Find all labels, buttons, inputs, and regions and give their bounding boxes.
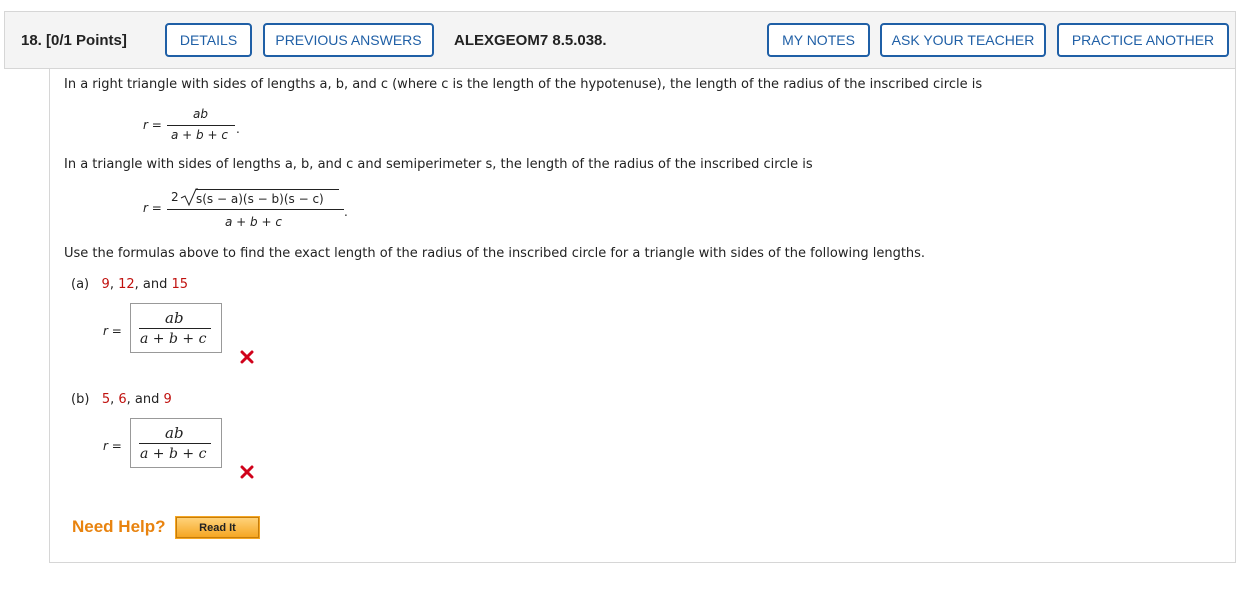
part-a-side-1: 9: [101, 277, 110, 292]
assignment-id: ALEXGEOM7 8.5.038.: [454, 32, 607, 49]
practice-another-button[interactable]: PRACTICE ANOTHER: [1057, 23, 1229, 57]
intro-right-triangle: In a right triangle with sides of length…: [64, 77, 983, 92]
read-it-button[interactable]: Read It: [175, 516, 260, 539]
part-b-answer-lhs: r =: [103, 439, 122, 453]
ask-your-teacher-button[interactable]: ASK YOUR TEACHER: [880, 23, 1046, 57]
part-b-side-3: 9: [163, 392, 172, 407]
part-a-answer-field[interactable]: ab a + b + c: [130, 303, 222, 353]
x-mark-icon: [240, 350, 254, 364]
details-button[interactable]: DETAILS: [165, 23, 252, 57]
question-points-label: 18. [0/1 Points]: [21, 32, 127, 49]
part-a-prompt: (a) 9, 12, and 15: [71, 277, 189, 292]
part-a-answer-lhs: r =: [103, 324, 122, 338]
part-b-side-2: 6: [118, 392, 127, 407]
part-a-side-3: 15: [171, 277, 189, 292]
part-a-fraction-bar: [139, 328, 211, 329]
part-a-answer-numerator: ab: [165, 309, 184, 327]
part-b-side-1: 5: [101, 392, 111, 407]
formula1-fraction-bar: [167, 125, 235, 126]
part-b-prompt: (b) 5, 6, and 9: [71, 392, 172, 407]
intro-general-triangle: In a triangle with sides of lengths a, b…: [64, 157, 813, 172]
part-b-answer-denominator: a + b + c: [140, 446, 207, 462]
part-b-answer-numerator: ab: [165, 424, 184, 442]
formula1-lhs: r =: [143, 118, 162, 132]
part-b-answer-field[interactable]: ab a + b + c: [130, 418, 222, 468]
formula2-lhs: r =: [143, 201, 162, 215]
part-a-side-2: 12: [118, 277, 135, 292]
part-a-answer-denominator: a + b + c: [140, 331, 207, 347]
x-mark-icon: [240, 465, 254, 479]
part-b-label: (b): [71, 392, 90, 407]
my-notes-button[interactable]: MY NOTES: [767, 23, 870, 57]
instruction-text: Use the formulas above to find the exact…: [64, 246, 926, 261]
part-b-fraction-bar: [139, 443, 211, 444]
radical-overline: [196, 189, 339, 190]
previous-answers-button[interactable]: PREVIOUS ANSWERS: [263, 23, 434, 57]
formula2-denominator: a + b + c: [225, 215, 282, 229]
formula1-numerator: ab: [193, 107, 208, 121]
formula2-coefficient: 2: [171, 190, 179, 204]
need-help-label: Need Help?: [72, 517, 166, 536]
formula2-radicand: s(s − a)(s − b)(s − c): [196, 192, 324, 206]
question-header: 18. [0/1 Points] DETAILS PREVIOUS ANSWER…: [4, 11, 1236, 69]
formula2-fraction-bar: [167, 209, 344, 210]
question-content: [49, 69, 1236, 563]
formula1-denominator: a + b + c: [171, 128, 228, 142]
part-a-label: (a): [71, 277, 90, 292]
